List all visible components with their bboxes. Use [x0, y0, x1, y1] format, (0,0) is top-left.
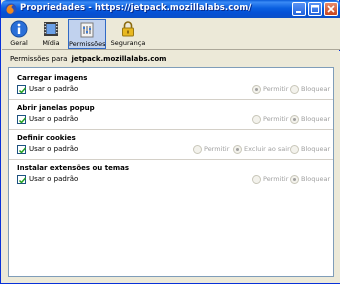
radio-dot: [290, 85, 299, 94]
maximize-button[interactable]: [308, 2, 322, 16]
radio-dot: [252, 85, 261, 94]
radio-dot: [252, 115, 261, 124]
permission-group-load-images: Carregar imagens Usar o padrão Permitir …: [9, 70, 333, 99]
site-name: jetpack.mozillalabs.com: [71, 55, 167, 63]
use-default-label: Usar o padrão: [29, 145, 79, 153]
tab-media-label: Mídia: [42, 39, 60, 47]
tab-security-label: Segurança: [110, 39, 146, 47]
permissions-list: Carregar imagens Usar o padrão Permitir …: [8, 67, 334, 277]
permission-group-cookies: Definir cookies Usar o padrão Permitir E…: [9, 130, 333, 159]
use-default-checkbox[interactable]: [17, 85, 27, 94]
group-title: Definir cookies: [17, 134, 76, 142]
radio-dot: [233, 145, 242, 154]
radio-dot: [290, 175, 299, 184]
use-default-checkbox[interactable]: [17, 115, 27, 124]
checkmark-icon: [18, 177, 27, 184]
radio-label: Bloquear: [301, 85, 331, 93]
tab-permissions[interactable]: Permissões: [68, 19, 106, 49]
permissions-for-line: Permissões para jetpack.mozillalabs.com: [10, 55, 166, 63]
permissions-pane: Permissões para jetpack.mozillalabs.com C…: [2, 51, 340, 283]
close-button[interactable]: [324, 2, 338, 16]
group-title: Abrir janelas popup: [17, 104, 95, 112]
tab-media[interactable]: Mídia: [38, 19, 64, 49]
properties-toolbar: Geral Mídia Permissões Segurança: [2, 18, 340, 50]
radio-dot: [290, 145, 299, 154]
tab-permissions-label: Permissões: [69, 40, 106, 48]
title-bar[interactable]: Propriedades - https://jetpack.mozillala…: [1, 0, 340, 18]
radio-label: Bloquear: [301, 115, 331, 123]
permissions-for-label: Permissões para: [10, 55, 68, 63]
checkmark-icon: [18, 117, 27, 124]
radio-label: Permitir: [263, 85, 289, 93]
group-title: Instalar extensões ou temas: [17, 164, 130, 172]
tab-security[interactable]: Segurança: [110, 19, 146, 49]
media-film-icon: [44, 22, 58, 36]
maximize-icon: [311, 5, 319, 13]
use-default-label: Usar o padrão: [29, 115, 79, 123]
padlock-icon: [122, 21, 134, 37]
use-default-checkbox[interactable]: [17, 145, 27, 154]
radio-dot: [252, 175, 261, 184]
radio-dot: [193, 145, 202, 154]
use-default-label: Usar o padrão: [29, 85, 79, 93]
radio-label: Bloquear: [301, 175, 331, 183]
radio-label: Bloquear: [301, 145, 331, 153]
use-default-label: Usar o padrão: [29, 175, 79, 183]
checkmark-icon: [18, 87, 27, 94]
permissions-icon: [80, 22, 94, 38]
radio-dot: [290, 115, 299, 124]
checkmark-icon: [18, 147, 27, 154]
minimize-icon: [296, 11, 301, 13]
permission-group-install-extensions: Instalar extensões ou temas Usar o padrã…: [9, 160, 333, 189]
window-title: Propriedades - https://jetpack.mozillala…: [20, 3, 252, 13]
group-title: Carregar imagens: [17, 74, 88, 82]
minimize-button[interactable]: [292, 2, 306, 16]
permission-group-popups: Abrir janelas popup Usar o padrão Permit…: [9, 100, 333, 129]
tab-general-label: Geral: [10, 39, 28, 47]
radio-label: Excluir ao sair: [244, 145, 290, 153]
tab-general[interactable]: Geral: [6, 19, 32, 49]
radio-label: Permitir: [263, 175, 289, 183]
info-icon: [10, 20, 28, 38]
radio-label: Permitir: [263, 115, 289, 123]
use-default-checkbox[interactable]: [17, 175, 27, 184]
radio-label: Permitir: [204, 145, 230, 153]
close-icon: [327, 5, 335, 13]
properties-window: Propriedades - https://jetpack.mozillala…: [0, 0, 340, 284]
firefox-icon: [5, 3, 17, 15]
